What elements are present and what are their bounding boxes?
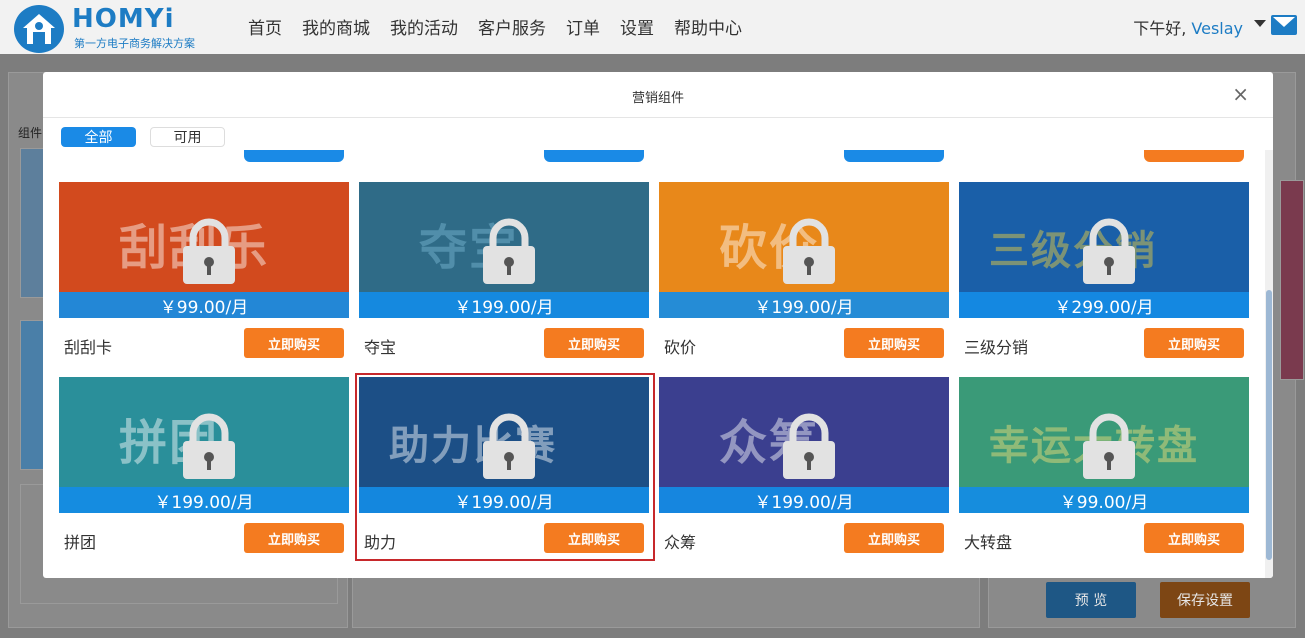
lock-icon (779, 413, 839, 481)
save-settings-button[interactable]: 保存设置 (1160, 582, 1250, 618)
price-label: ￥299.00/月 (959, 292, 1249, 318)
component-image: 砍价 ￥199.00/月 (659, 182, 949, 318)
buy-now-button[interactable]: 立即购买 (1144, 523, 1244, 553)
price-label: ￥199.00/月 (659, 487, 949, 513)
component-name: 三级分销 (964, 338, 1029, 357)
partial-buy-button[interactable] (1144, 150, 1244, 162)
greeting-text: 下午好, (1133, 19, 1187, 38)
lock-icon (479, 413, 539, 481)
logo-text: HOMYi (72, 4, 175, 34)
buy-now-button[interactable]: 立即购买 (244, 328, 344, 358)
lock-icon (1079, 218, 1139, 286)
price-label: ￥99.00/月 (959, 487, 1249, 513)
component-image: 众筹 ￥199.00/月 (659, 377, 949, 513)
partial-buy-button[interactable] (544, 150, 644, 162)
previous-row-partial (43, 150, 1244, 162)
price-label: ￥199.00/月 (659, 292, 949, 318)
component-grid-scroll[interactable]: 刮刮乐￥99.00/月刮刮卡立即购买夺宝￥199.00/月夺宝立即购买砍价￥19… (43, 150, 1273, 578)
close-icon[interactable]: × (1232, 84, 1249, 104)
buy-now-button[interactable]: 立即购买 (544, 328, 644, 358)
buy-now-button[interactable]: 立即购买 (1144, 328, 1244, 358)
lock-icon (779, 218, 839, 286)
tab-available[interactable]: 可用 (150, 127, 225, 147)
nav-orders[interactable]: 订单 (566, 14, 600, 39)
nav-settings[interactable]: 设置 (620, 14, 654, 39)
lock-icon (1079, 413, 1139, 481)
nav-home[interactable]: 首页 (248, 14, 282, 39)
preview-button[interactable]: 预 览 (1046, 582, 1136, 618)
component-name: 刮刮卡 (64, 338, 113, 357)
modal-title: 营销组件 (631, 91, 684, 106)
tab-all[interactable]: 全部 (61, 127, 136, 147)
component-card[interactable]: 三级分销 ￥299.00/月三级分销 立即购买 (959, 182, 1249, 362)
component-image: 刮刮乐￥99.00/月 (59, 182, 349, 318)
top-nav-bar: HOMYi 第一方电子商务解决方案 首页 我的商城 我的活动 客户服务 订单 设… (0, 0, 1305, 54)
nav-my-mall[interactable]: 我的商城 (302, 14, 370, 39)
filter-tabs: 全部 可用 (61, 127, 225, 147)
lock-icon (179, 413, 239, 481)
partial-buy-button[interactable] (844, 150, 944, 162)
lock-icon (179, 218, 239, 286)
component-card[interactable]: 拼团 ￥199.00/月拼团 立即购买 (59, 377, 349, 557)
component-name: 大转盘 (964, 533, 1013, 552)
buy-now-button[interactable]: 立即购买 (844, 328, 944, 358)
username: Veslay (1191, 19, 1243, 38)
component-image: 夺宝 ￥199.00/月 (359, 182, 649, 318)
component-name: 砍价 (664, 338, 697, 357)
component-image: 幸运大转盘￥99.00/月 (959, 377, 1249, 513)
nav-help-center[interactable]: 帮助中心 (674, 14, 742, 39)
component-card[interactable]: 砍价 ￥199.00/月砍价 立即购买 (659, 182, 949, 362)
component-name: 助力 (364, 533, 397, 552)
buy-now-button[interactable]: 立即购买 (844, 523, 944, 553)
component-name: 众筹 (664, 533, 697, 552)
buy-now-button[interactable]: 立即购买 (244, 523, 344, 553)
partial-buy-button[interactable] (244, 150, 344, 162)
price-label: ￥199.00/月 (359, 487, 649, 513)
scrollbar[interactable] (1265, 150, 1273, 578)
scroll-thumb[interactable] (1266, 290, 1272, 560)
logo-subtitle: 第一方电子商务解决方案 (74, 37, 195, 50)
user-greeting[interactable]: 下午好, Veslay (1133, 15, 1243, 39)
side-label: 组件 (18, 126, 43, 140)
buy-now-button[interactable]: 立即购买 (544, 523, 644, 553)
nav-customer-service[interactable]: 客户服务 (478, 14, 546, 39)
main-nav: 首页 我的商城 我的活动 客户服务 订单 设置 帮助中心 (248, 14, 762, 39)
price-label: ￥99.00/月 (59, 292, 349, 318)
component-name: 拼团 (64, 533, 97, 552)
lock-icon (479, 218, 539, 286)
component-name: 夺宝 (364, 338, 397, 357)
modal-header: 营销组件 × (43, 72, 1273, 118)
price-label: ￥199.00/月 (59, 487, 349, 513)
mail-icon[interactable] (1271, 15, 1297, 35)
component-image: 助力比赛 ￥199.00/月 (359, 377, 649, 513)
price-label: ￥199.00/月 (359, 292, 649, 318)
chevron-down-icon[interactable] (1254, 20, 1266, 27)
component-image: 三级分销 ￥299.00/月 (959, 182, 1249, 318)
component-card[interactable]: 夺宝 ￥199.00/月夺宝 立即购买 (359, 182, 649, 362)
component-card[interactable]: 幸运大转盘￥99.00/月大转盘 立即购买 (959, 377, 1249, 557)
component-card[interactable]: 助力比赛 ￥199.00/月助力 立即购买 (355, 373, 655, 561)
component-card[interactable]: 刮刮乐￥99.00/月刮刮卡 立即购买 (59, 182, 349, 362)
homyi-logo[interactable]: HOMYi 第一方电子商务解决方案 (14, 4, 214, 53)
home-icon (14, 5, 64, 53)
marketing-components-modal: 营销组件 × 全部 可用 刮刮乐￥99.00/月刮刮卡立即购买夺宝￥199.00… (43, 72, 1273, 578)
right-thumb (1280, 180, 1304, 380)
component-card[interactable]: 众筹 ￥199.00/月众筹 立即购买 (659, 377, 949, 557)
component-image: 拼团 ￥199.00/月 (59, 377, 349, 513)
nav-my-activities[interactable]: 我的活动 (390, 14, 458, 39)
